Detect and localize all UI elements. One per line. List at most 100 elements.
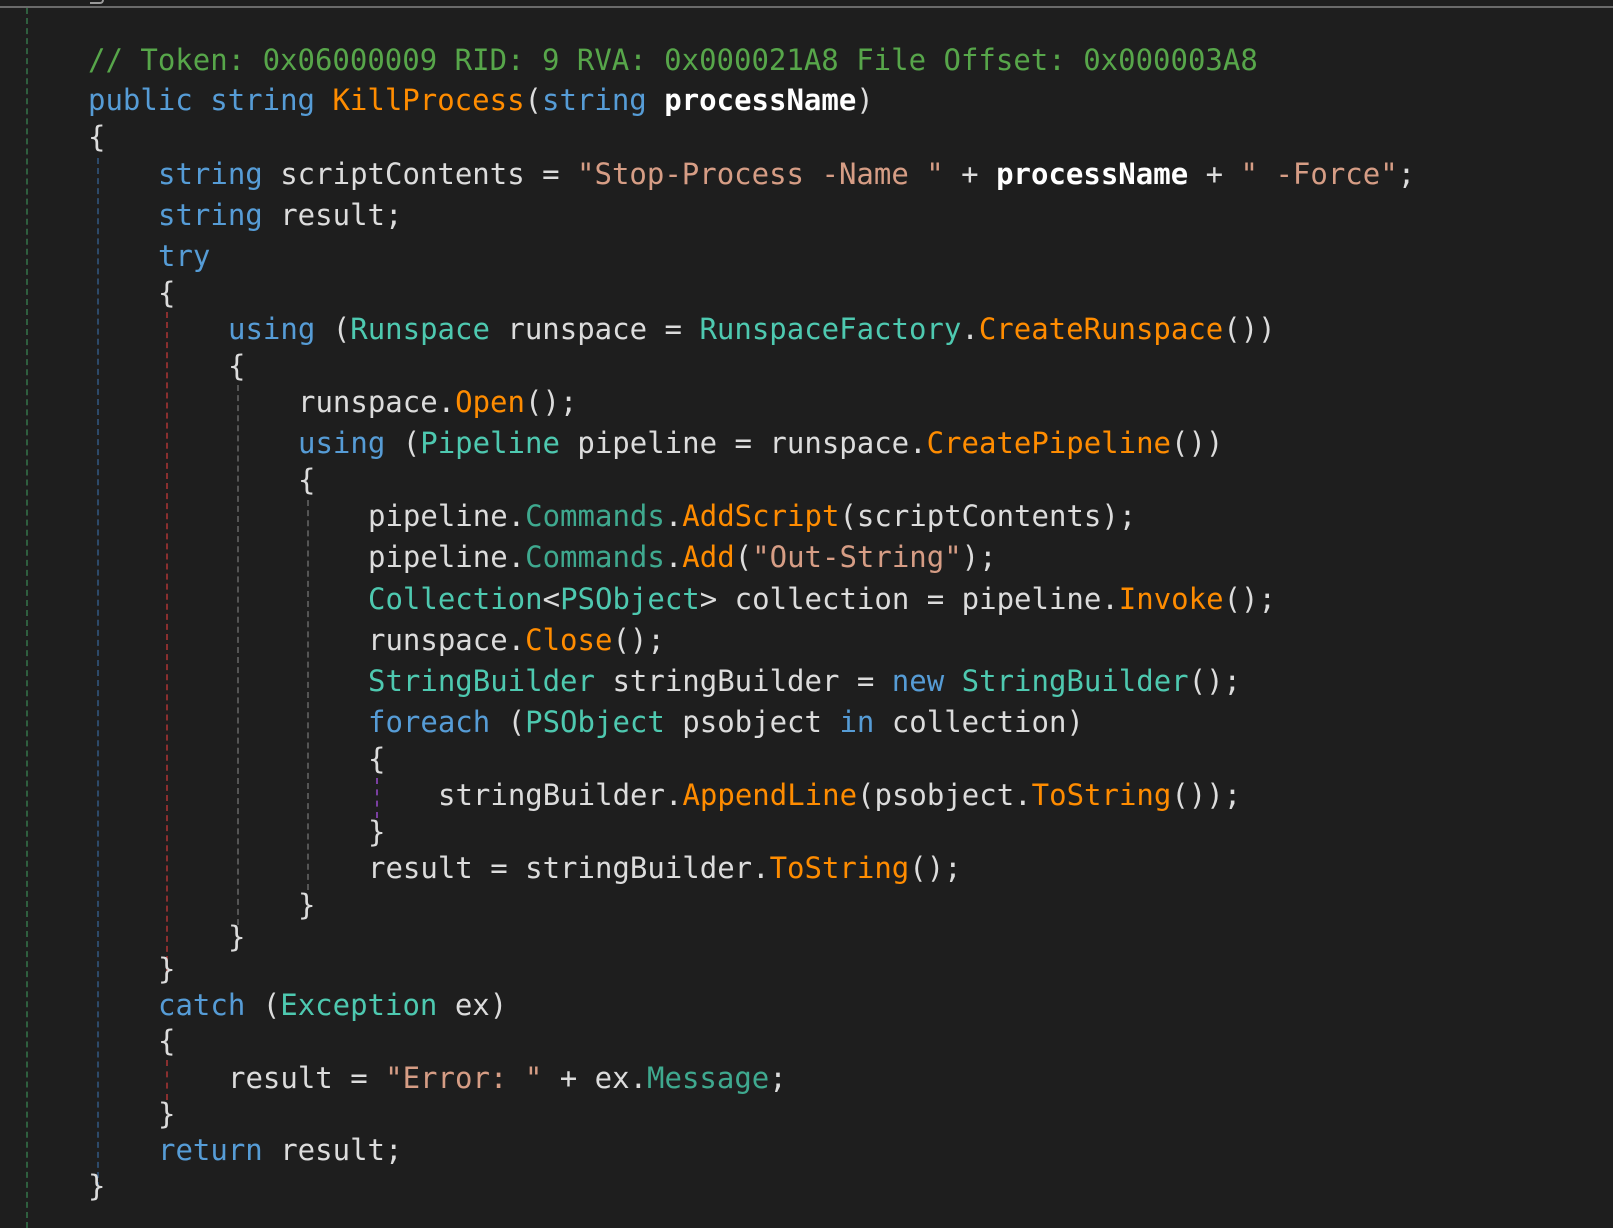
code-line[interactable]: {	[158, 273, 175, 313]
code-line[interactable]: string scriptContents = "Stop-Process -N…	[158, 154, 1415, 194]
code-token-punct	[647, 83, 664, 117]
code-token-kw: string	[542, 83, 647, 117]
code-line[interactable]: foreach (PSObject psobject in collection…	[368, 702, 1084, 742]
code-line[interactable]: pipeline.Commands.AddScript(scriptConten…	[368, 496, 1136, 536]
code-token-id: result = stringBuilder.	[368, 851, 770, 885]
code-token-punct: (	[490, 705, 526, 739]
code-token-method: Invoke	[1118, 582, 1224, 616]
code-line[interactable]: }	[158, 1094, 175, 1134]
code-line[interactable]: // Token: 0x06000009 RID: 9 RVA: 0x00002…	[88, 40, 1258, 80]
code-token-punct: {	[368, 742, 386, 776]
code-line[interactable]: {	[158, 1021, 175, 1061]
code-token-punct: ();	[1188, 664, 1242, 698]
code-token-punct: (	[385, 426, 421, 460]
code-token-param: processName	[664, 83, 857, 117]
indent-guide-using-pipeline	[307, 500, 309, 890]
code-token-method: CreatePipeline	[926, 426, 1172, 460]
code-token-punct: ();	[612, 623, 665, 657]
code-line[interactable]: public string KillProcess(string process…	[88, 80, 874, 120]
code-token-id: (scriptContents);	[839, 499, 1137, 533]
code-line[interactable]: Collection<PSObject> collection = pipeli…	[368, 579, 1276, 619]
code-token-id: result;	[262, 198, 403, 232]
code-token-type: StringBuilder	[368, 664, 595, 698]
code-token-id: stringBuilder =	[594, 664, 892, 698]
code-line[interactable]: }	[298, 885, 315, 925]
code-token-punct	[315, 83, 332, 117]
code-token-type: Collection	[368, 582, 543, 616]
code-token-id: ex)	[437, 988, 508, 1022]
code-token-punct: {	[88, 120, 106, 154]
code-token-punct: )	[856, 83, 874, 117]
code-editor[interactable]: // Token: 0x06000009 RID: 9 RVA: 0x00002…	[0, 0, 1613, 1228]
code-token-punct: .	[961, 312, 979, 346]
code-token-method: Add	[682, 540, 735, 574]
code-token-id: + ex.	[542, 1061, 648, 1095]
code-token-punct: .	[664, 499, 683, 533]
code-line[interactable]: result = stringBuilder.ToString();	[368, 848, 962, 888]
indent-guide-method	[97, 158, 99, 1188]
code-line[interactable]: runspace.Close();	[368, 620, 665, 660]
code-token-type: RunspaceFactory	[699, 312, 962, 346]
code-token-punct	[193, 83, 210, 117]
code-line[interactable]: {	[368, 739, 385, 779]
code-token-punct: }	[158, 1097, 176, 1131]
code-line[interactable]: }	[228, 917, 245, 957]
code-token-type: Exception	[280, 988, 438, 1022]
code-token-id: scriptContents =	[262, 157, 578, 191]
code-token-punct: {	[158, 276, 176, 310]
code-token-method: KillProcess	[332, 83, 525, 117]
code-line[interactable]: {	[88, 117, 105, 157]
code-token-type: StringBuilder	[961, 664, 1189, 698]
code-token-punct: {	[158, 1024, 176, 1058]
code-token-id: pipeline.	[368, 540, 526, 574]
code-token-punct: (	[524, 83, 542, 117]
code-line[interactable]: string result;	[158, 195, 402, 235]
code-token-punct	[944, 664, 961, 698]
code-line[interactable]: result = "Error: " + ex.Message;	[228, 1058, 787, 1098]
code-token-id: > collection = pipeline.	[699, 582, 1119, 616]
code-token-kw: new	[891, 664, 945, 698]
code-line[interactable]: }	[368, 812, 385, 852]
code-token-kw: string	[158, 198, 263, 232]
code-token-punct: {	[298, 463, 316, 497]
code-line[interactable]: catch (Exception ex)	[158, 985, 507, 1025]
code-token-type: Runspace	[350, 312, 490, 346]
code-line[interactable]: StringBuilder stringBuilder = new String…	[368, 661, 1241, 701]
code-token-punct: }	[88, 1169, 106, 1203]
code-token-punct: ;	[769, 1061, 787, 1095]
code-token-id: runspace.	[298, 385, 456, 419]
code-token-prop: Commands	[525, 499, 665, 533]
code-line[interactable]: using (Pipeline pipeline = runspace.Crea…	[298, 423, 1223, 463]
code-token-punct: }	[368, 815, 386, 849]
code-token-punct: }	[228, 920, 246, 954]
code-token-punct: .	[664, 540, 683, 574]
code-token-prop: Message	[647, 1061, 770, 1095]
code-token-kw: foreach	[368, 705, 491, 739]
code-token-punct: (	[245, 988, 281, 1022]
code-line[interactable]: return result;	[158, 1130, 402, 1170]
code-line[interactable]: pipeline.Commands.Add("Out-String");	[368, 537, 997, 577]
code-token-id: result =	[228, 1061, 386, 1095]
code-token-punct: +	[1188, 157, 1241, 191]
code-line[interactable]: stringBuilder.AppendLine(psobject.ToStri…	[438, 775, 1241, 815]
code-token-punct: {	[228, 349, 246, 383]
code-token-kw: using	[298, 426, 386, 460]
code-line[interactable]: }	[88, 1166, 105, 1206]
code-token-punct: ());	[1171, 778, 1242, 812]
code-line[interactable]: runspace.Open();	[298, 382, 577, 422]
code-line[interactable]: using (Runspace runspace = RunspaceFacto…	[228, 309, 1276, 349]
code-line[interactable]: try	[158, 236, 210, 276]
code-token-str: "Error: "	[385, 1061, 543, 1095]
code-token-id: runspace.	[368, 623, 526, 657]
code-token-id: result;	[262, 1133, 403, 1167]
code-token-id: pipeline.	[368, 499, 526, 533]
code-token-punct: ;	[1397, 157, 1416, 191]
code-line[interactable]: {	[228, 346, 245, 386]
code-token-id: (psobject.	[857, 778, 1032, 812]
code-token-id: runspace =	[489, 312, 700, 346]
indent-guide-using-runspace	[237, 385, 239, 925]
code-line[interactable]: }	[158, 949, 175, 989]
code-token-punct: ();	[1223, 582, 1276, 616]
code-token-str: "Stop-Process -Name "	[577, 157, 944, 191]
code-line[interactable]: {	[298, 460, 315, 500]
